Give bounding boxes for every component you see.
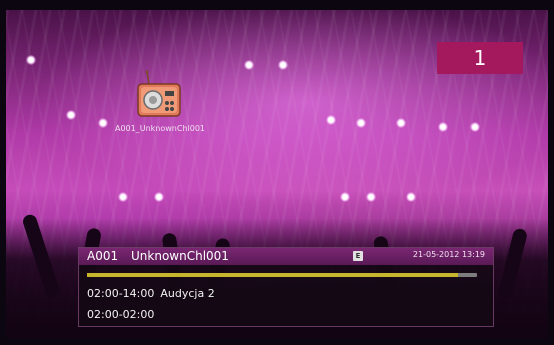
- stage-light: [438, 122, 448, 132]
- radio-icon: [137, 70, 181, 117]
- stage-light: [118, 192, 128, 202]
- epg-badge: E: [353, 251, 363, 261]
- program-time: 02:00-02:00: [87, 308, 155, 321]
- program-progress-bar: [87, 273, 477, 277]
- info-bar-header: A001 UnknownChl001 E 21-05-2012 13:19: [79, 248, 493, 265]
- program-time: 02:00-14:00: [87, 287, 155, 300]
- stage-light: [244, 60, 254, 70]
- stage-light: [326, 115, 336, 125]
- channel-logo-caption: A001_UnknownChl001: [114, 124, 206, 133]
- program-title: Audycja 2: [160, 287, 215, 300]
- next-program: 02:00-02:00: [87, 308, 160, 321]
- channel-name: UnknownChl001: [131, 249, 229, 263]
- stage-light: [154, 192, 164, 202]
- date-time: 21-05-2012 13:19: [412, 250, 485, 259]
- stage-light: [278, 60, 288, 70]
- stage-light: [356, 118, 366, 128]
- info-bar: A001 UnknownChl001 E 21-05-2012 13:19 02…: [78, 247, 494, 327]
- current-program: 02:00-14:00 Audycja 2: [87, 287, 215, 300]
- stage-light: [406, 192, 416, 202]
- stage-light: [396, 118, 406, 128]
- channel-number-box: 1: [437, 42, 523, 74]
- channel-number: A001: [87, 249, 119, 263]
- stage-light: [340, 192, 350, 202]
- stage-light: [66, 110, 76, 120]
- stage-light: [26, 55, 36, 65]
- program-progress-fill: [87, 273, 458, 277]
- stage-light: [470, 122, 480, 132]
- stage-light: [366, 192, 376, 202]
- tv-screen: 1 A001_UnknownChl001 A001 UnknownChl001 …: [0, 0, 554, 345]
